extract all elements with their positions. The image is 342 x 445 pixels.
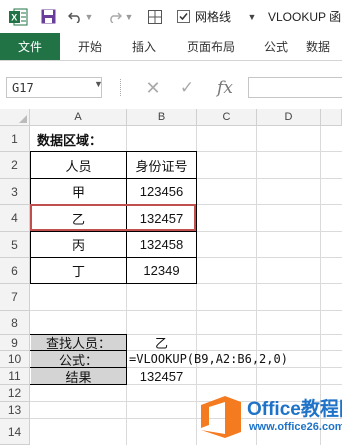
cell-b4[interactable]: 132457 <box>127 205 196 231</box>
table-border <box>196 151 197 284</box>
column-header-a[interactable]: A <box>30 109 127 126</box>
row-header[interactable]: 6 <box>0 258 30 284</box>
name-box[interactable]: G17 <box>6 77 102 98</box>
column-header-e[interactable] <box>321 109 342 126</box>
svg-text:X: X <box>11 12 17 22</box>
logo-text-primary: Office教程网 <box>247 399 342 420</box>
window-title: VLOOKUP 函 <box>268 10 342 24</box>
formula-input[interactable] <box>248 77 342 98</box>
tab-data[interactable]: 数据 <box>306 33 342 60</box>
cell-a5[interactable]: 丙 <box>31 232 126 257</box>
column-header-c[interactable]: C <box>197 109 257 126</box>
cell-b10[interactable]: =VLOOKUP(B9,A2:B6,2,0) <box>129 351 288 367</box>
borders-grid-icon[interactable] <box>146 0 164 33</box>
title-bar: X ▼ ▼ 网格线 ▼ VLOOKUP 函 <box>0 0 342 33</box>
excel-app-icon: X <box>6 0 30 33</box>
cell-b6[interactable]: 12349 <box>127 258 196 283</box>
name-box-dropdown-icon[interactable]: ▼ <box>94 79 103 89</box>
office-logo-icon <box>201 396 241 438</box>
formula-bar: G17 ▼ ✕ ✓ fx <box>0 73 342 103</box>
row-header[interactable]: 7 <box>0 284 30 311</box>
enter-check-icon[interactable]: ✓ <box>176 77 198 99</box>
row-header[interactable]: 5 <box>0 232 30 258</box>
cell-b2[interactable]: 身份证号 <box>127 152 196 178</box>
cell-b5[interactable]: 132458 <box>127 232 196 257</box>
row-header[interactable]: 13 <box>0 402 30 419</box>
undo-dropdown-icon[interactable]: ▼ <box>84 0 94 33</box>
cell-a6[interactable]: 丁 <box>31 258 126 283</box>
tab-insert[interactable]: 插入 <box>124 33 164 60</box>
cell-a11[interactable]: 结果 <box>31 368 126 385</box>
logo-text-url: www.office26.com <box>249 421 342 433</box>
redo-dropdown-icon[interactable]: ▼ <box>124 0 134 33</box>
tab-home[interactable]: 开始 <box>68 33 112 60</box>
row-header[interactable]: 8 <box>0 311 30 335</box>
tab-formulas[interactable]: 公式 <box>254 33 298 60</box>
save-icon[interactable] <box>38 0 58 33</box>
gridline <box>30 310 342 311</box>
row-header[interactable]: 1 <box>0 126 30 152</box>
cell-b3[interactable]: 123456 <box>127 179 196 204</box>
customize-toolbar-icon[interactable]: ▼ <box>246 0 258 33</box>
ribbon-tabs: 文件 开始 插入 页面布局 公式 数据 <box>0 33 342 61</box>
row-header[interactable]: 12 <box>0 385 30 402</box>
column-header-d[interactable]: D <box>257 109 321 126</box>
cell-a10[interactable]: 公式： <box>31 351 126 368</box>
column-header-b[interactable]: B <box>127 109 197 126</box>
ribbon-body <box>0 61 342 73</box>
row-header[interactable]: 14 <box>0 419 30 445</box>
row-header[interactable]: 3 <box>0 179 30 205</box>
cell-a9[interactable]: 查找人员： <box>31 335 126 351</box>
tab-page-layout[interactable]: 页面布局 <box>176 33 246 60</box>
gridlines-checkbox[interactable] <box>176 0 190 33</box>
undo-icon[interactable] <box>66 0 84 33</box>
office-tutorial-logo: Office教程网 www.office26.com <box>193 388 342 445</box>
table-border <box>30 283 197 284</box>
insert-function-icon[interactable]: fx <box>212 76 238 100</box>
tab-file[interactable]: 文件 <box>0 33 60 60</box>
cell-a3[interactable]: 甲 <box>31 179 126 204</box>
redo-icon[interactable] <box>106 0 124 33</box>
cell-a1[interactable]: 数据区域： <box>37 126 102 152</box>
cell-a4[interactable]: 乙 <box>31 205 126 231</box>
row-header[interactable]: 9 <box>0 335 30 351</box>
row-header[interactable]: 10 <box>0 351 30 368</box>
row-header[interactable]: 4 <box>0 205 30 232</box>
select-all-corner[interactable] <box>0 109 30 126</box>
cell-b11[interactable]: 132457 <box>127 368 196 384</box>
row-header[interactable]: 2 <box>0 152 30 179</box>
cell-a2[interactable]: 人员 <box>31 152 126 178</box>
gridlines-label[interactable]: 网格线 <box>195 0 245 33</box>
cancel-icon[interactable]: ✕ <box>142 77 164 99</box>
formula-bar-separator <box>120 79 122 96</box>
row-header[interactable]: 11 <box>0 368 30 385</box>
cell-b9[interactable]: 乙 <box>127 335 196 351</box>
